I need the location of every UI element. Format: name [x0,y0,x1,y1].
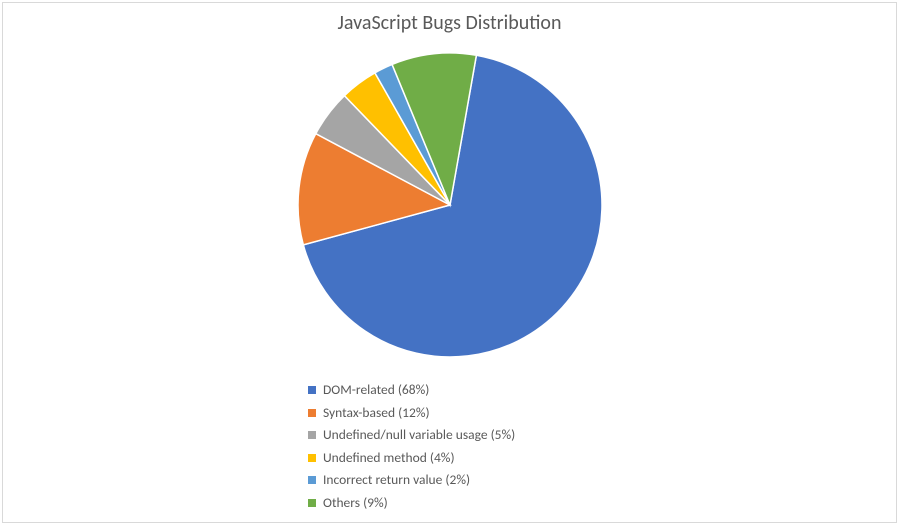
legend-swatch [308,386,316,394]
legend-label: DOM-related (68%) [323,379,429,402]
legend-item: DOM-related (68%) [308,379,515,402]
legend-item: Syntax-based (12%) [308,402,515,425]
legend-label: Undefined method (4%) [323,447,455,470]
legend-item: Others (9%) [308,492,515,515]
pie-container [3,50,896,360]
legend-swatch [308,409,316,417]
legend-swatch [308,476,316,484]
legend-item: Undefined method (4%) [308,447,515,470]
legend-label: Undefined/null variable usage (5%) [323,424,515,447]
legend-label: Syntax-based (12%) [323,402,430,425]
legend-swatch [308,454,316,462]
legend-label: Others (9%) [323,492,388,515]
legend: DOM-related (68%) Syntax-based (12%) Und… [308,379,515,514]
chart-frame: JavaScript Bugs Distribution DOM-related… [2,2,897,523]
chart-title: JavaScript Bugs Distribution [3,11,896,35]
legend-label: Incorrect return value (2%) [323,469,470,492]
pie-chart [295,50,605,360]
legend-swatch [308,431,316,439]
legend-item: Incorrect return value (2%) [308,469,515,492]
legend-swatch [308,499,316,507]
legend-item: Undefined/null variable usage (5%) [308,424,515,447]
